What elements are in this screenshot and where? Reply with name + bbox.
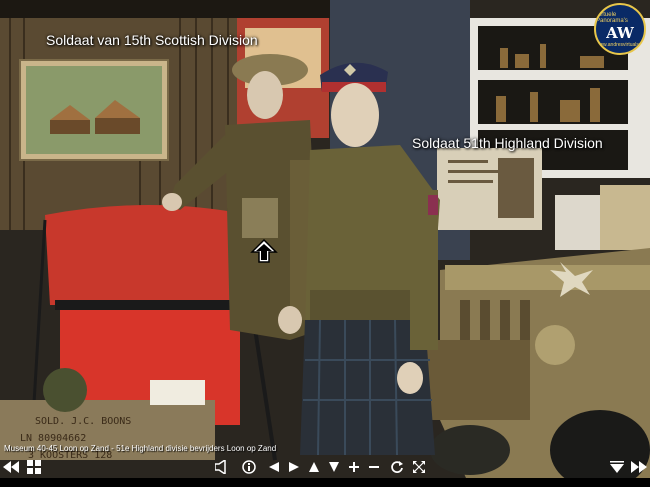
museum-scene: SOLD. J.C. BOONS LN 80904662 3 KOOSTERS … xyxy=(0,0,650,487)
grid-icon[interactable] xyxy=(25,456,43,478)
arrow-left-icon[interactable] xyxy=(266,456,282,478)
rotate-icon[interactable] xyxy=(388,456,406,478)
rewind-icon[interactable] xyxy=(2,456,20,478)
fullscreen-icon[interactable] xyxy=(410,456,428,478)
fast-forward-icon[interactable] xyxy=(630,456,648,478)
red-rickshaw-hood xyxy=(45,205,250,305)
logo-monogram: AW xyxy=(606,24,634,42)
ammo-box xyxy=(420,340,530,420)
svg-text:LN 80904662: LN 80904662 xyxy=(20,433,86,444)
plaque xyxy=(150,380,205,405)
hotspot-label-scottish[interactable]: Soldaat van 15th Scottish Division xyxy=(46,32,258,48)
zoom-out-icon[interactable] xyxy=(366,456,382,478)
helmet xyxy=(43,368,87,412)
panorama-caption: Museum 40-45 Loon op Zand - 51e Highland… xyxy=(4,444,277,453)
zoom-in-icon[interactable] xyxy=(346,456,362,478)
logo-url: www.andresvirtuals.nl xyxy=(595,42,645,48)
arrow-right-icon[interactable] xyxy=(286,456,302,478)
triangle-down-icon[interactable] xyxy=(608,456,626,478)
svg-text:SOLD. J.C. BOONS: SOLD. J.C. BOONS xyxy=(35,416,131,427)
hotspot-label-highland[interactable]: Soldaat 51th Highland Division xyxy=(412,135,603,151)
navigation-arrow-icon[interactable] xyxy=(250,238,278,264)
arrow-up-icon[interactable] xyxy=(306,456,322,478)
virtual-panorama-logo[interactable]: Virtuele Panorama's AW www.andresvirtual… xyxy=(594,3,646,55)
info-icon[interactable] xyxy=(240,456,258,478)
panorama-viewport[interactable]: SOLD. J.C. BOONS LN 80904662 3 KOOSTERS … xyxy=(0,0,650,487)
bottom-strip xyxy=(0,478,650,487)
speaker-icon[interactable] xyxy=(212,456,230,478)
panorama-toolbar xyxy=(0,456,650,478)
arrow-down-icon[interactable] xyxy=(326,456,342,478)
logo-top-text: Virtuele Panorama's xyxy=(596,12,628,24)
